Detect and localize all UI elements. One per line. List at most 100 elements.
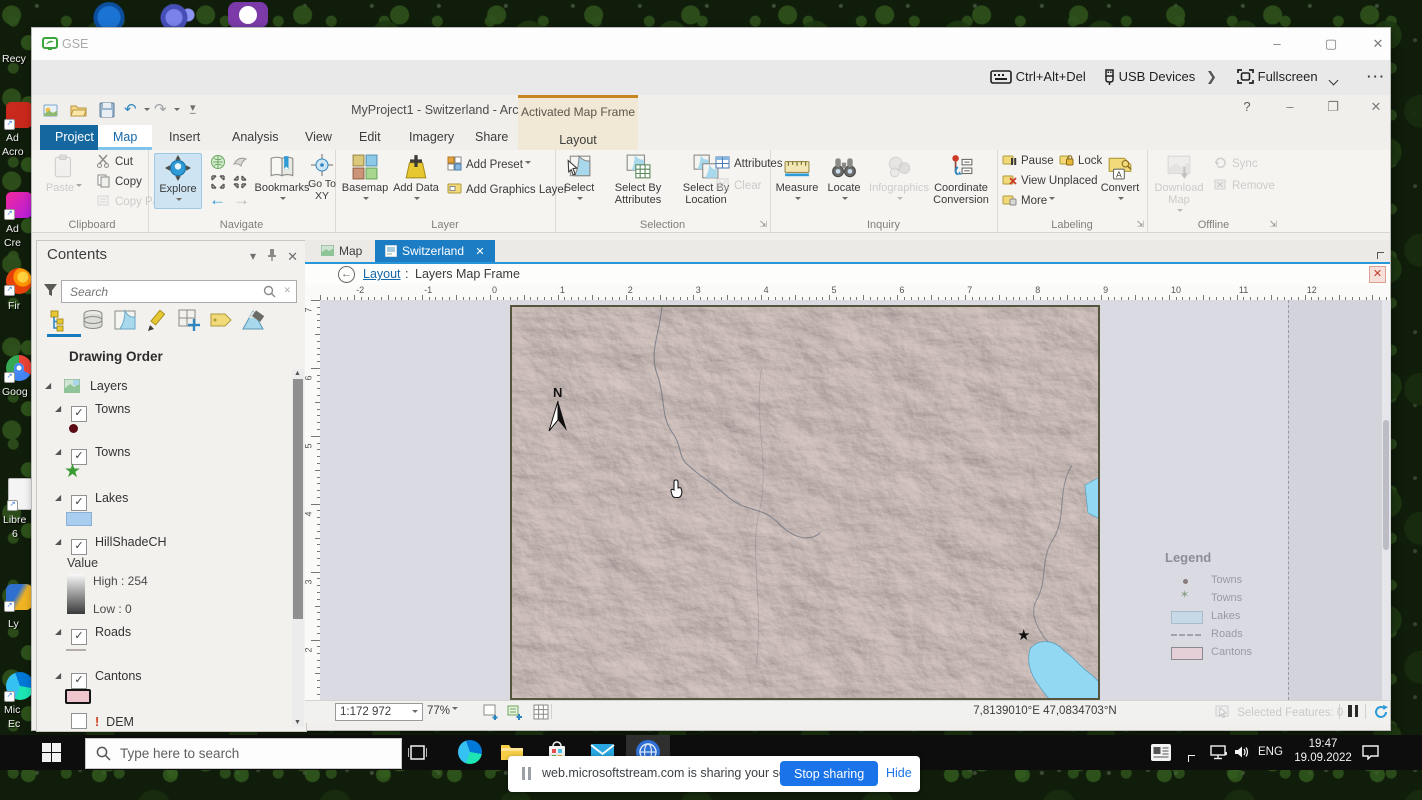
download-map-button[interactable]: Download Map	[1151, 153, 1207, 219]
tray-news-widget-icon[interactable]	[1150, 743, 1172, 762]
desktop-icon-adobe-cc[interactable]: ↗	[6, 192, 32, 218]
tab-snapping-icon[interactable]	[177, 308, 201, 332]
view-tab-map[interactable]: Map	[311, 240, 372, 262]
tray-volume-icon[interactable]	[1234, 745, 1250, 759]
tray-clock-time[interactable]: 19:47	[1297, 738, 1349, 750]
basemap-button[interactable]: Basemap	[339, 153, 391, 207]
tray-show-hidden-chevron[interactable]	[1188, 749, 1195, 767]
select-by-attributes-button[interactable]: Select By Attributes	[605, 153, 671, 206]
tab-insert[interactable]: Insert	[154, 125, 215, 150]
view-unplaced-button[interactable]: View Unplaced	[1002, 172, 1098, 190]
layer-checkbox[interactable]: ✓	[71, 629, 87, 645]
measure-button[interactable]: Measure	[772, 153, 822, 207]
previous-extent-bird-icon[interactable]	[232, 154, 248, 170]
pin-icon[interactable]	[266, 248, 278, 262]
desktop-icon-edge[interactable]: ↗	[6, 672, 32, 700]
layout-breadcrumb-link[interactable]: Layout	[363, 267, 401, 281]
view-tab-switzerland[interactable]: Switzerland ✕	[375, 240, 495, 262]
sharing-pause-icon[interactable]	[522, 767, 531, 785]
tab-drawing-order-icon[interactable]	[49, 308, 73, 332]
more-labeling-button[interactable]: More	[1002, 192, 1055, 210]
layer-checkbox[interactable]: ✓	[71, 539, 87, 555]
taskbar-edge-icon[interactable]	[458, 740, 482, 764]
gse-titlebar[interactable]: GSE – ▢ ✕	[32, 28, 1390, 61]
towns-star-symbol[interactable]: ★	[64, 460, 81, 483]
gse-minimize-button[interactable]: –	[1262, 35, 1292, 53]
back-to-layout-button[interactable]: ←	[338, 266, 355, 283]
labeling-dialog-launcher[interactable]: ⇲	[1136, 219, 1144, 230]
layer-row-lakes[interactable]: ◢✓Lakes	[55, 491, 128, 511]
layer-row-hillshade[interactable]: ◢✓HillShadeCH	[55, 535, 167, 555]
open-project-icon[interactable]	[70, 101, 88, 119]
fullscreen-dropdown-chevron[interactable]	[1330, 72, 1337, 87]
pane-menu-chevron-icon[interactable]: ▾	[250, 249, 256, 263]
grid-icon[interactable]	[533, 704, 549, 720]
paste-button[interactable]: Paste	[38, 153, 90, 194]
desktop-icon-teams[interactable]	[158, 2, 198, 28]
explore-button[interactable]: Explore	[154, 153, 202, 209]
filter-funnel-icon[interactable]	[43, 283, 58, 298]
add-map-frame-icon[interactable]	[483, 704, 500, 720]
convert-labels-button[interactable]: A Convert	[1097, 153, 1143, 207]
customize-qat-icon[interactable]: ▾̲	[190, 101, 196, 114]
contents-scrollbar-thumb[interactable]	[293, 379, 303, 619]
tab-analysis[interactable]: Analysis	[217, 125, 294, 150]
previous-extent-icon[interactable]: ←	[209, 190, 226, 210]
go-to-xy-button[interactable]: Go To XY	[308, 153, 336, 202]
pane-close-icon[interactable]: ✕	[287, 249, 298, 265]
tab-editing-icon[interactable]	[145, 308, 169, 332]
new-project-icon[interactable]	[42, 101, 60, 119]
lakes-symbol[interactable]	[66, 512, 92, 526]
expander-icon[interactable]: ◢	[55, 671, 64, 680]
view-tabs-overflow-chevron[interactable]	[1377, 248, 1384, 262]
tray-language-indicator[interactable]: ENG	[1258, 746, 1283, 758]
tab-view[interactable]: View	[290, 125, 347, 150]
desktop-icon-libreoffice[interactable]: ↗	[8, 478, 32, 510]
refresh-view-button[interactable]	[1373, 704, 1389, 720]
layer-row-roads[interactable]: ◢✓Roads	[55, 625, 131, 645]
undo-dropdown[interactable]	[144, 108, 150, 114]
tab-labeling-icon[interactable]	[209, 308, 233, 332]
selection-dialog-launcher[interactable]: ⇲	[759, 219, 767, 230]
toolbar-more-button[interactable]: ···	[1367, 69, 1386, 84]
legend-element[interactable]: Legend Towns ✶ Towns Lakes	[1165, 550, 1295, 663]
toolbar-expand-chevron[interactable]: ❯	[1206, 69, 1217, 85]
tab-charts-icon[interactable]	[241, 308, 265, 332]
gse-close-button[interactable]: ✕	[1363, 35, 1393, 53]
layer-row-cantons[interactable]: ◢✓Cantons	[55, 669, 142, 689]
scroll-down-icon[interactable]: ▼	[294, 719, 301, 726]
redo-icon[interactable]: ↷	[154, 100, 167, 118]
lock-labeling-button[interactable]: Lock	[1059, 152, 1102, 170]
save-project-icon[interactable]	[98, 101, 116, 119]
scroll-up-icon[interactable]: ▲	[294, 370, 301, 377]
tab-imagery[interactable]: Imagery	[394, 125, 469, 150]
map-frame[interactable]: N ★	[510, 305, 1100, 700]
recycle-bin-label[interactable]: Recy	[2, 53, 26, 65]
pause-drawing-button[interactable]	[1348, 705, 1358, 720]
broken-source-icon[interactable]: !	[95, 715, 99, 729]
roads-symbol[interactable]	[66, 649, 86, 651]
taskbar-search-box[interactable]: Type here to search	[85, 738, 402, 769]
layer-row-dem[interactable]: ◢!DEM	[55, 713, 134, 729]
sync-button[interactable]: Sync	[1213, 155, 1258, 173]
tab-selection-icon[interactable]	[113, 308, 137, 332]
infographics-button[interactable]: Infographics	[868, 153, 930, 207]
copy-button[interactable]: Copy	[96, 173, 142, 191]
usb-devices-button[interactable]: USB Devices	[1104, 69, 1195, 85]
next-extent-icon[interactable]: →	[233, 190, 250, 210]
tab-edit[interactable]: Edit	[344, 125, 396, 150]
desktop-icon-acrobat[interactable]: ↗	[6, 102, 32, 128]
desktop-icon-top-app[interactable]	[88, 2, 130, 28]
layer-checkbox[interactable]	[71, 713, 87, 729]
towns-dot-symbol[interactable]	[69, 424, 78, 433]
desktop-icon-firefox[interactable]: ↗	[6, 268, 32, 294]
locate-button[interactable]: Locate	[822, 153, 866, 207]
expander-icon[interactable]: ◢	[55, 493, 64, 502]
start-button[interactable]	[42, 743, 61, 762]
desktop-icon-github[interactable]	[228, 2, 268, 28]
desktop-icon-chrome[interactable]: ↗	[6, 355, 32, 381]
contents-scrollbar[interactable]: ▲ ▼	[292, 369, 304, 727]
action-center-icon[interactable]	[1362, 745, 1379, 760]
app-minimize-button[interactable]: –	[1275, 98, 1305, 116]
fullscreen-button[interactable]: Fullscreen	[1237, 69, 1318, 84]
